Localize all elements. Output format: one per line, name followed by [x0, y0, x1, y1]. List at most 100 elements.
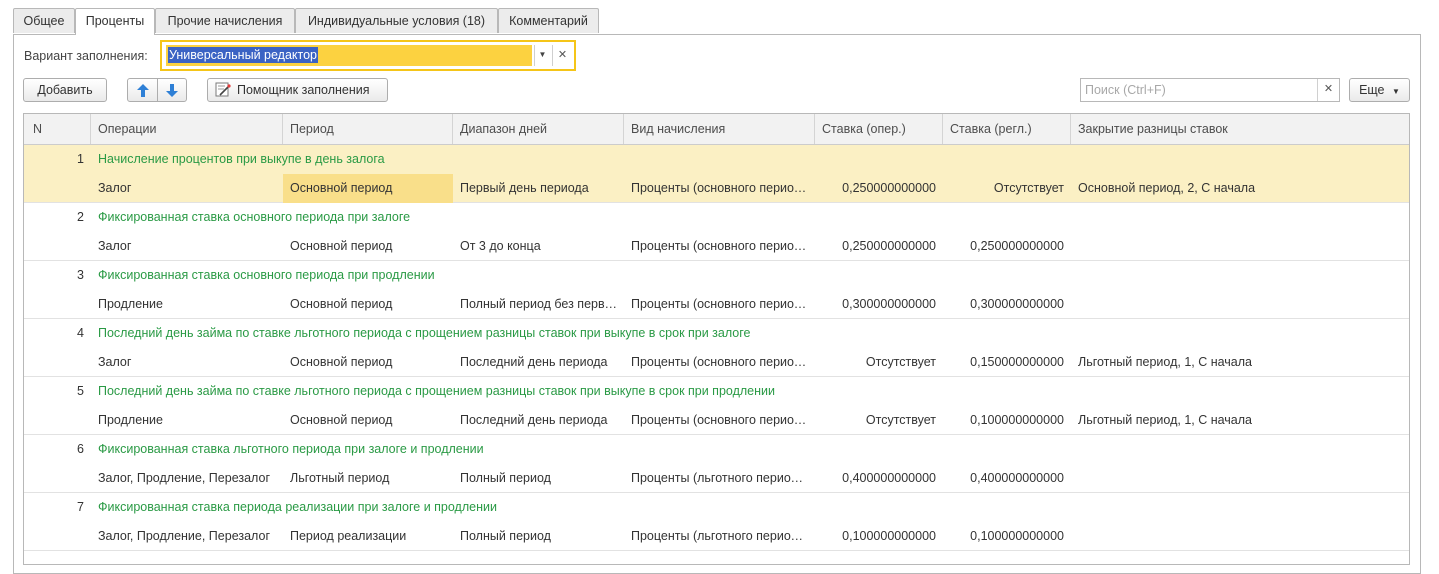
table-row[interactable]: 2 Фиксированная ставка основного периода…	[24, 203, 1409, 261]
tab-general[interactable]: Общее	[13, 8, 75, 33]
cell-rate-oper[interactable]: 0,250000000000	[815, 174, 943, 203]
arrow-down-icon	[165, 83, 178, 97]
cell-rate-oper[interactable]: 0,300000000000	[815, 290, 943, 319]
column-header-days-range[interactable]: Диапазон дней	[453, 114, 624, 144]
row-title: Последний день займа по ставке льготного…	[98, 326, 751, 340]
cell-operations[interactable]: Залог	[91, 348, 283, 377]
cell-days-range[interactable]: От 3 до конца	[453, 232, 624, 261]
cell-rate-reg[interactable]: 0,100000000000	[943, 406, 1071, 435]
table-row[interactable]: 1 Начисление процентов при выкупе в день…	[24, 145, 1409, 203]
cell-accrual-type[interactable]: Проценты (основного периода)	[624, 348, 815, 377]
fill-variant-input[interactable]: Универсальный редактор	[166, 45, 532, 66]
row-title: Начисление процентов при выкупе в день з…	[98, 152, 385, 166]
cell-operations[interactable]: Залог	[91, 232, 283, 261]
cell-rate-oper[interactable]: 0,400000000000	[815, 464, 943, 493]
cell-operations[interactable]: Залог, Продление, Перезалог	[91, 522, 283, 551]
interest-table[interactable]: N Операции Период Диапазон дней Вид начи…	[23, 113, 1410, 565]
cell-days-range[interactable]: Полный период	[453, 464, 624, 493]
table-header: N Операции Период Диапазон дней Вид начи…	[24, 114, 1409, 145]
chevron-down-icon: ▼	[1392, 87, 1400, 96]
tab-interest[interactable]: Проценты	[75, 8, 155, 35]
cell-operations[interactable]: Продление	[91, 290, 283, 319]
cell-operations[interactable]: Залог, Продление, Перезалог	[91, 464, 283, 493]
row-number: 4	[77, 326, 84, 340]
cell-period[interactable]: Льготный период	[283, 464, 453, 493]
cell-days-range[interactable]: Последний день периода	[453, 406, 624, 435]
cell-rate-reg[interactable]: 0,400000000000	[943, 464, 1071, 493]
column-header-period[interactable]: Период	[283, 114, 453, 144]
column-header-n[interactable]: N	[24, 114, 91, 144]
column-header-operations[interactable]: Операции	[91, 114, 283, 144]
cell-operations[interactable]: Продление	[91, 406, 283, 435]
row-title: Фиксированная ставка основного периода п…	[98, 268, 435, 282]
row-number: 3	[77, 268, 84, 282]
search-input[interactable]	[1081, 79, 1315, 101]
cell-rate-reg[interactable]: Отсутствует	[943, 174, 1071, 203]
cell-days-range[interactable]: Полный период без первого дня	[453, 290, 624, 319]
table-row[interactable]: 6 Фиксированная ставка льготного периода…	[24, 435, 1409, 493]
clear-icon[interactable]: ✕	[552, 45, 572, 66]
column-header-rate-reg[interactable]: Ставка (регл.)	[943, 114, 1071, 144]
tab-individual-conditions[interactable]: Индивидуальные условия (18)	[295, 8, 498, 33]
cell-days-range[interactable]: Полный период	[453, 522, 624, 551]
cell-rate-closing[interactable]	[1071, 522, 1409, 551]
cell-rate-reg[interactable]: 0,300000000000	[943, 290, 1071, 319]
cell-rate-closing[interactable]: Льготный период, 1, С начала	[1071, 406, 1409, 435]
dropdown-icon[interactable]: ▼	[534, 45, 550, 66]
cell-accrual-type[interactable]: Проценты (основного периода)	[624, 406, 815, 435]
row-number: 5	[77, 384, 84, 398]
tab-comment[interactable]: Комментарий	[498, 8, 599, 33]
cell-accrual-type[interactable]: Проценты (основного периода)	[624, 232, 815, 261]
cell-rate-closing[interactable]: Основной период, 2, С начала	[1071, 174, 1409, 203]
row-title: Фиксированная ставка основного периода п…	[98, 210, 411, 224]
search-field[interactable]: ✕	[1080, 78, 1340, 102]
move-down-button[interactable]	[157, 79, 186, 101]
wand-icon	[215, 82, 231, 97]
tab-other-charges[interactable]: Прочие начисления	[155, 8, 295, 33]
cell-accrual-type[interactable]: Проценты (льготного периода)	[624, 464, 815, 493]
arrow-up-icon	[136, 83, 149, 97]
row-title: Фиксированная ставка льготного периода п…	[98, 442, 484, 456]
column-header-rate-closing[interactable]: Закрытие разницы ставок	[1071, 114, 1409, 144]
table-row[interactable]: 4 Последний день займа по ставке льготно…	[24, 319, 1409, 377]
cell-rate-closing[interactable]	[1071, 290, 1409, 319]
cell-accrual-type[interactable]: Проценты (льготного периода)	[624, 522, 815, 551]
more-button[interactable]: Еще ▼	[1349, 78, 1410, 102]
cell-period[interactable]: Период реализации	[283, 522, 453, 551]
cell-rate-reg[interactable]: 0,100000000000	[943, 522, 1071, 551]
cell-rate-oper[interactable]: Отсутствует	[815, 406, 943, 435]
fill-assistant-button[interactable]: Помощник заполнения	[207, 78, 388, 102]
cell-days-range[interactable]: Последний день периода	[453, 348, 624, 377]
row-number: 7	[77, 500, 84, 514]
clear-search-icon[interactable]: ✕	[1317, 79, 1339, 101]
row-title: Последний день займа по ставке льготного…	[98, 384, 775, 398]
table-row[interactable]: 3 Фиксированная ставка основного периода…	[24, 261, 1409, 319]
cell-rate-closing[interactable]: Льготный период, 1, С начала	[1071, 348, 1409, 377]
cell-accrual-type[interactable]: Проценты (основного периода)	[624, 174, 815, 203]
fill-variant-field[interactable]: Универсальный редактор ▼ ✕	[160, 40, 576, 71]
add-button[interactable]: Добавить	[23, 78, 107, 102]
cell-period[interactable]: Основной период	[283, 406, 453, 435]
cell-rate-oper[interactable]: Отсутствует	[815, 348, 943, 377]
cell-rate-oper[interactable]: 0,100000000000	[815, 522, 943, 551]
cell-days-range[interactable]: Первый день периода	[453, 174, 624, 203]
cell-rate-closing[interactable]	[1071, 232, 1409, 261]
column-header-rate-oper[interactable]: Ставка (опер.)	[815, 114, 943, 144]
fill-variant-value: Универсальный редактор	[168, 47, 318, 63]
cell-period[interactable]: Основной период	[283, 348, 453, 377]
column-header-accrual-type[interactable]: Вид начисления	[624, 114, 815, 144]
cell-accrual-type[interactable]: Проценты (основного периода)	[624, 290, 815, 319]
more-label: Еще	[1359, 83, 1385, 97]
cell-operations[interactable]: Залог	[91, 174, 283, 203]
cell-rate-closing[interactable]	[1071, 464, 1409, 493]
cell-rate-oper[interactable]: 0,250000000000	[815, 232, 943, 261]
cell-rate-reg[interactable]: 0,150000000000	[943, 348, 1071, 377]
cell-rate-reg[interactable]: 0,250000000000	[943, 232, 1071, 261]
table-row[interactable]: 7 Фиксированная ставка периода реализаци…	[24, 493, 1409, 551]
table-row[interactable]: 5 Последний день займа по ставке льготно…	[24, 377, 1409, 435]
cell-period[interactable]: Основной период	[283, 174, 453, 203]
row-number: 6	[77, 442, 84, 456]
cell-period[interactable]: Основной период	[283, 290, 453, 319]
move-up-button[interactable]	[128, 79, 158, 101]
cell-period[interactable]: Основной период	[283, 232, 453, 261]
